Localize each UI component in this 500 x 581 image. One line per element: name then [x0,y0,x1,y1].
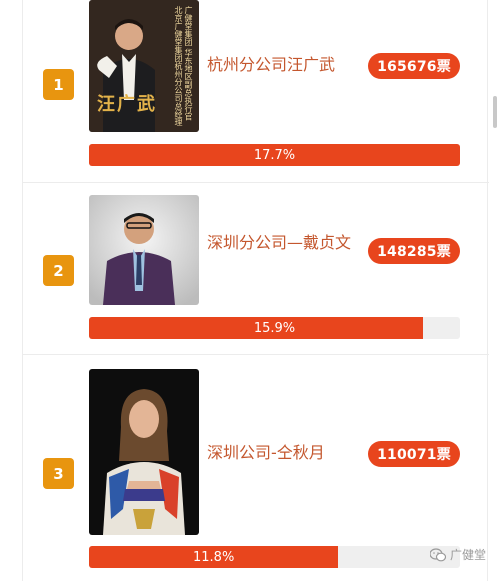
candidate-name: 深圳公司-仝秋月 [207,443,325,462]
candidate-card-3[interactable]: 3 深圳公司-仝秋月 110071票 11.8% [23,355,489,581]
photo-caption-line: 广健堂集团 华东地区副总执行官 [184,6,193,121]
candidate-photo[interactable]: 广健堂集团 华东地区副总执行官 北京广健堂集团杭州分公司总经理 汪广武 [89,0,199,132]
candidate-photo[interactable] [89,369,199,535]
vote-percent: 11.8% [193,549,235,565]
vote-percent: 17.7% [253,147,296,163]
photo-caption-line: 北京广健堂集团杭州分公司总经理 [174,6,183,126]
vote-percent: 15.9% [253,320,296,336]
vote-progress-bar: 11.8% [89,546,460,568]
rank-badge: 3 [43,458,74,489]
rank-badge: 2 [43,255,74,286]
candidate-name: 杭州分公司汪广武 [207,55,336,74]
watermark: 广健堂 [429,546,486,563]
candidate-card-2[interactable]: 2 深圳分公司—戴贞文 148285票 15.9% [23,183,489,355]
vote-count: 148285票 [368,238,460,264]
portrait-image [89,195,199,305]
candidate-photo[interactable] [89,195,199,305]
vote-progress-bar: 17.7% [89,144,460,166]
photo-caption: 广健堂集团 华东地区副总执行官 北京广健堂集团杭州分公司总经理 [173,6,193,126]
ranking-list: 1 广健堂集团 华东地区副总执行官 北京广健堂集团杭州分公司总经理 汪广武 杭州… [22,0,489,581]
vote-count: 110071票 [368,441,460,467]
candidate-name: 深圳分公司—戴贞文 [207,233,352,252]
wechat-icon [429,547,446,561]
vote-progress-bar: 15.9% [89,317,460,339]
vote-count: 165676票 [368,53,460,79]
photo-name: 汪广武 [97,94,157,115]
portrait-image [89,369,199,535]
scrollbar[interactable] [493,96,497,128]
watermark-text: 广健堂 [449,548,486,562]
rank-badge: 1 [43,69,74,100]
candidate-card-1[interactable]: 1 广健堂集团 华东地区副总执行官 北京广健堂集团杭州分公司总经理 汪广武 杭州… [23,0,489,183]
